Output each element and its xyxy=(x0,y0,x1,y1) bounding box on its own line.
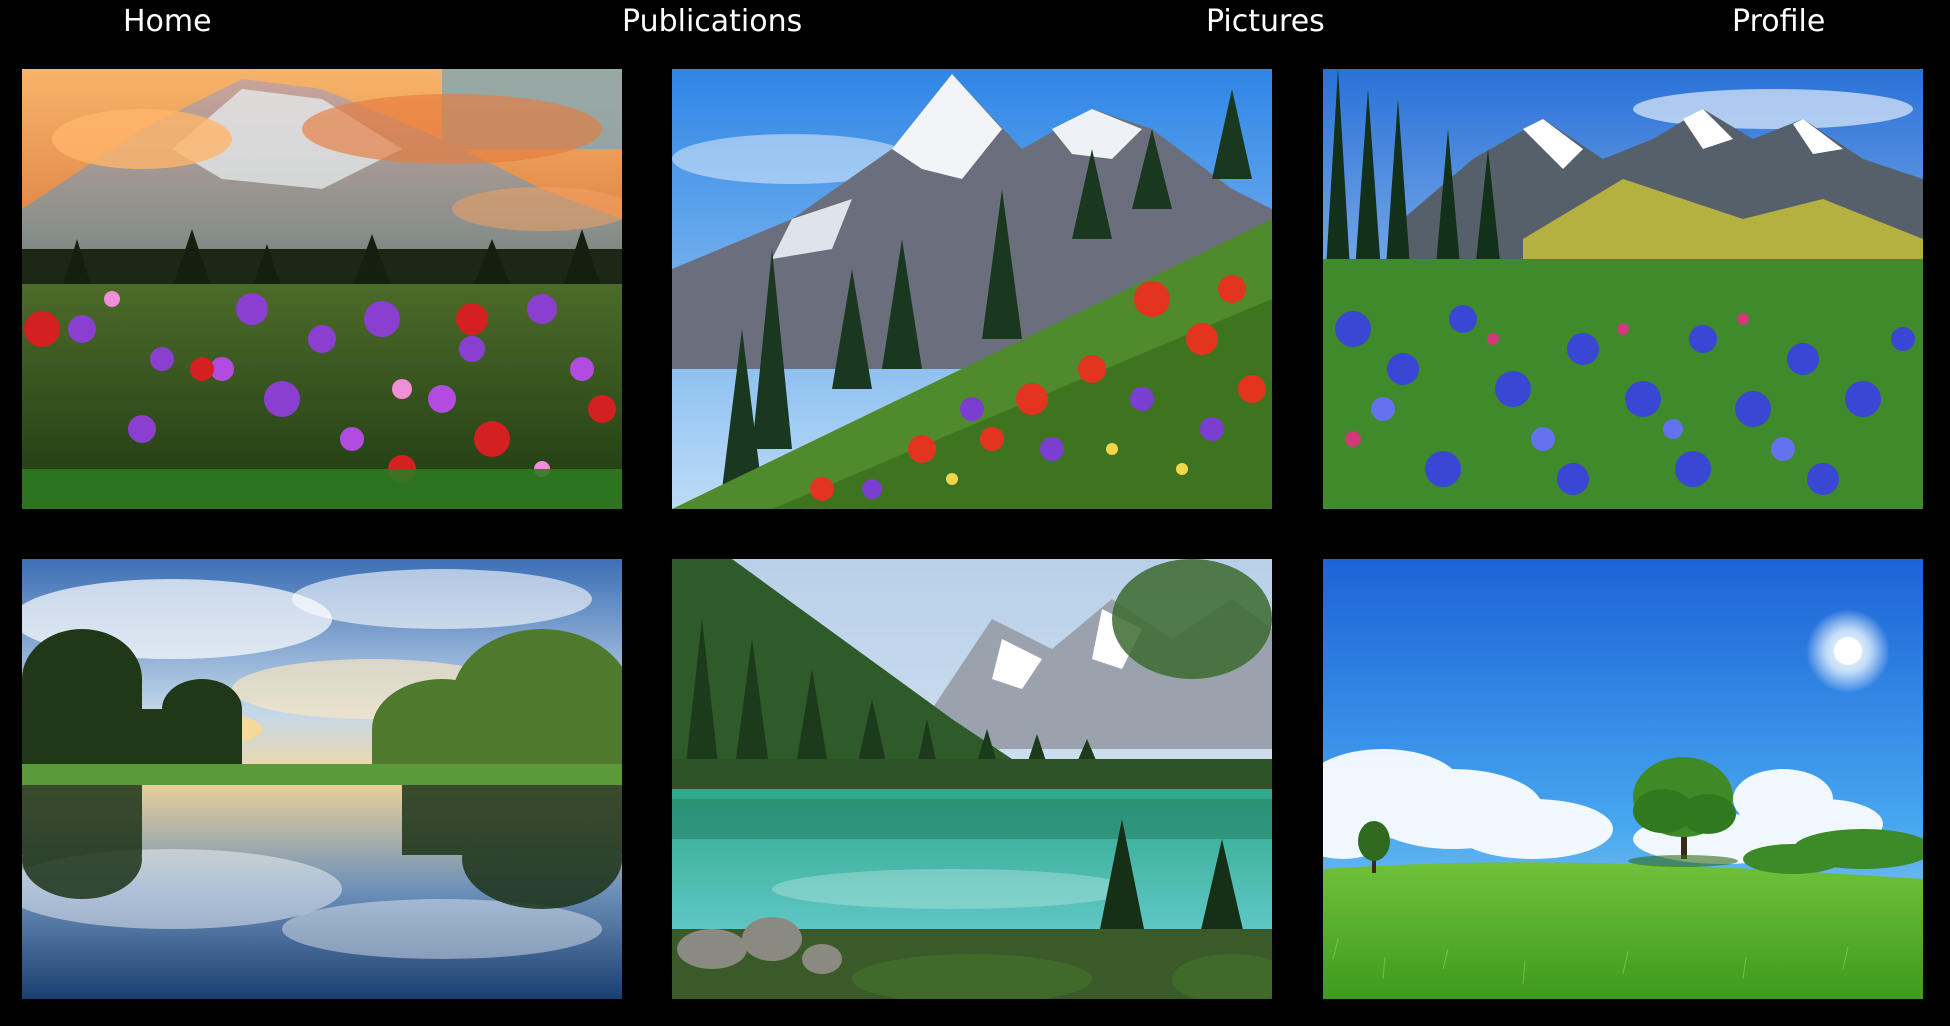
alpine-lake-image xyxy=(672,559,1272,999)
nav-profile-link[interactable]: Profile xyxy=(1732,3,1825,41)
nav-pictures-link[interactable]: Pictures xyxy=(1206,3,1325,41)
gallery-image-lupine-meadow-peaks[interactable] xyxy=(1323,69,1923,509)
gallery-image-river-reflection[interactable] xyxy=(22,559,622,999)
river-reflection-image xyxy=(22,559,622,999)
gallery-image-green-hill-tree[interactable] xyxy=(1323,559,1923,999)
gallery-image-mountain-slope-flowers[interactable] xyxy=(672,69,1272,509)
nav-home-link[interactable]: Home xyxy=(123,3,212,41)
green-hill-tree-image xyxy=(1323,559,1923,999)
nav-publications-link[interactable]: Publications xyxy=(622,3,802,41)
gallery-image-mountain-sunset-meadow[interactable] xyxy=(22,69,622,509)
lupine-meadow-peaks-image xyxy=(1323,69,1923,509)
mountain-sunset-meadow-image xyxy=(22,69,622,509)
gallery-image-alpine-lake[interactable] xyxy=(672,559,1272,999)
mountain-slope-flowers-image xyxy=(672,69,1272,509)
top-nav: Home Publications Pictures Profile xyxy=(0,0,1950,50)
